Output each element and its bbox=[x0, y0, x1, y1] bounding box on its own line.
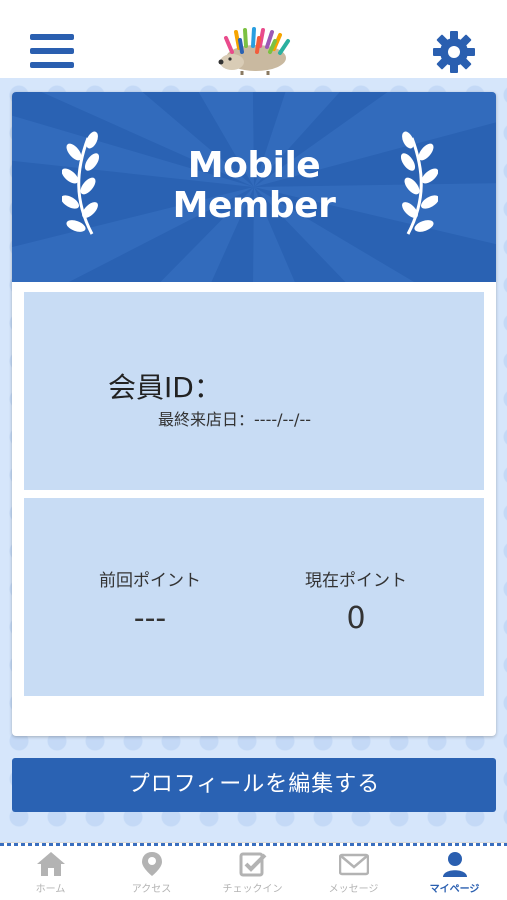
points-panel: 前回ポイント --- 現在ポイント 0 bbox=[24, 498, 484, 696]
envelope-icon bbox=[338, 853, 369, 876]
tab-checkin[interactable]: チェックイン bbox=[202, 847, 303, 900]
user-icon bbox=[442, 852, 467, 877]
hedgehog-logo-icon bbox=[218, 27, 290, 75]
laurel-right-icon bbox=[400, 131, 438, 235]
member-card: Mobile Member 会員ID： 最終来店日：----/--/-- 前回ポ… bbox=[12, 92, 496, 736]
last-visit-label: 最終来店日： bbox=[158, 410, 255, 429]
tab-message-label: メッセージ bbox=[328, 884, 379, 895]
home-icon bbox=[36, 852, 65, 876]
current-points-label: 現在ポイント bbox=[305, 571, 407, 591]
hamburger-menu-icon[interactable] bbox=[30, 34, 74, 70]
tabbar-stripe bbox=[0, 843, 507, 846]
tab-home[interactable]: ホーム bbox=[0, 847, 101, 900]
gear-icon[interactable] bbox=[432, 30, 476, 74]
tab-access-label: アクセス bbox=[131, 884, 172, 895]
tab-mypage-label: マイページ bbox=[429, 884, 480, 895]
tab-home-label: ホーム bbox=[35, 884, 66, 895]
previous-points-value: --- bbox=[133, 601, 167, 636]
tab-message[interactable]: メッセージ bbox=[303, 847, 404, 900]
bottom-tab-bar: ホーム アクセス チェックイン メッセージ マイページ bbox=[0, 842, 507, 900]
member-id: 会員ID： bbox=[108, 366, 222, 406]
app-header bbox=[0, 0, 507, 78]
map-pin-icon bbox=[141, 852, 162, 876]
checkbox-icon bbox=[239, 852, 266, 877]
tab-checkin-label: チェックイン bbox=[222, 884, 283, 895]
edit-profile-button[interactable]: プロフィールを編集する bbox=[12, 758, 496, 812]
current-points-value: 0 bbox=[346, 601, 366, 636]
current-points: 現在ポイント 0 bbox=[276, 566, 436, 636]
last-visit: 最終来店日：----/--/-- bbox=[158, 406, 311, 430]
previous-points-label: 前回ポイント bbox=[99, 571, 201, 591]
member-info-panel: 会員ID： 最終来店日：----/--/-- bbox=[24, 292, 484, 490]
member-banner: Mobile Member bbox=[12, 92, 496, 282]
last-visit-value: ----/--/-- bbox=[254, 410, 311, 429]
tab-access[interactable]: アクセス bbox=[101, 847, 202, 900]
previous-points: 前回ポイント --- bbox=[70, 566, 230, 636]
member-id-label: 会員ID： bbox=[108, 371, 222, 404]
tab-mypage[interactable]: マイページ bbox=[404, 847, 505, 900]
